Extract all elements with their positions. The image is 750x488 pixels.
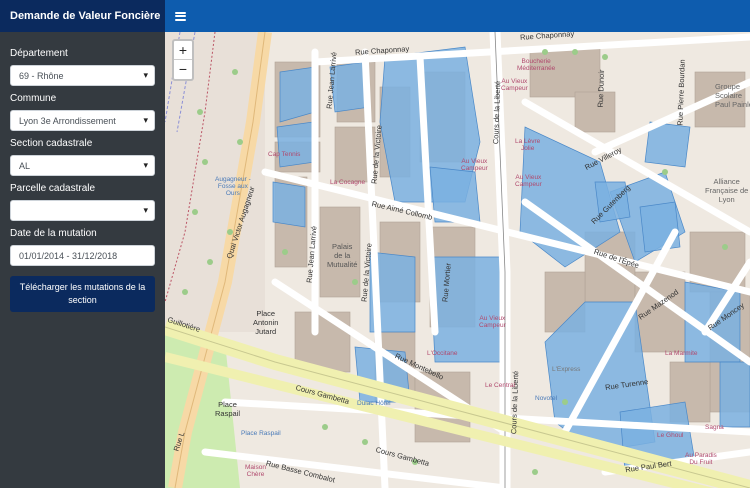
parcelle-label: Parcelle cadastrale — [10, 183, 96, 194]
map-view[interactable]: + − Rue Chaponnay Rue Chaponnay Rue Jean… — [165, 32, 750, 488]
date-range-input[interactable]: 01/01/2014 - 31/12/2018 — [10, 245, 155, 266]
poi-label: Au Paradis Du Fruit — [685, 452, 717, 466]
poi-label: Le Central — [485, 382, 515, 389]
commune-select[interactable]: Lyon 3e Arrondissement ▾ — [10, 110, 155, 131]
chevron-down-icon: ▾ — [143, 205, 148, 215]
street-label: Rue Dunoir — [595, 69, 607, 108]
poi-label: Novotel — [535, 395, 558, 402]
place-label: Place Antonin Jutard — [253, 309, 279, 336]
commune-label: Commune — [10, 93, 57, 104]
top-bar — [165, 0, 750, 32]
date-label: Date de la mutation — [10, 228, 97, 239]
commune-value: Lyon 3e Arrondissement — [19, 116, 116, 126]
zoom-out-button[interactable]: − — [174, 60, 192, 79]
app-title: Demande de Valeur Foncière — [0, 0, 165, 32]
section-value: AL — [19, 161, 31, 171]
place-label: Groupe Scolaire Paul Painlevé — [715, 82, 750, 109]
poi-label: L'Occitane — [427, 350, 458, 357]
departement-value: 69 - Rhône — [19, 71, 64, 81]
poi-label: Au Vieux Campeur — [515, 174, 542, 188]
poi-label: La Marmite — [665, 350, 698, 357]
parcelle-select[interactable]: ▾ — [10, 200, 155, 221]
place-label: Place Raspail — [215, 400, 241, 418]
poi-label: Augagneur - Fosse aux Ours — [215, 176, 251, 197]
chevron-down-icon: ▾ — [143, 115, 148, 125]
poi-label: Dulac Hôtel — [357, 400, 391, 407]
departement-label: Département — [10, 48, 68, 59]
poi-label: Au Vieux Campeur — [461, 158, 488, 172]
departement-select[interactable]: 69 - Rhône ▾ — [10, 65, 155, 86]
poi-label: Cap Tennis — [268, 151, 301, 158]
place-label: Alliance Française de Lyon — [705, 177, 749, 204]
poi-label: L'Express — [552, 366, 581, 373]
zoom-in-button[interactable]: + — [174, 41, 192, 60]
poi-label: Boucherie Méditerranée — [517, 58, 556, 72]
sidebar: Département 69 - Rhône ▾ Commune Lyon 3e… — [0, 32, 165, 488]
poi-label: La Cocagne — [330, 179, 366, 186]
section-label: Section cadastrale — [10, 138, 93, 149]
zoom-control: + − — [172, 39, 194, 81]
place-label: Palais de la Mutualité — [327, 242, 358, 269]
poi-label: Au Vieux Campeur — [501, 78, 528, 92]
poi-label: Sagna — [705, 424, 724, 431]
section-select[interactable]: AL ▾ — [10, 155, 155, 176]
chevron-down-icon: ▾ — [143, 70, 148, 80]
poi-label: Le Ghoul — [657, 432, 684, 439]
hamburger-menu-icon[interactable] — [175, 11, 186, 21]
download-mutations-button[interactable]: Télécharger les mutations de la section — [10, 276, 155, 312]
poi-label: Au Vieux Campeur — [479, 315, 506, 329]
poi-label: Maison Chère — [245, 464, 266, 478]
map-tiles — [165, 32, 750, 488]
chevron-down-icon: ▾ — [143, 160, 148, 170]
poi-label: La Lèvre Jolie — [515, 138, 541, 152]
poi-label: Place Raspail — [241, 430, 281, 437]
